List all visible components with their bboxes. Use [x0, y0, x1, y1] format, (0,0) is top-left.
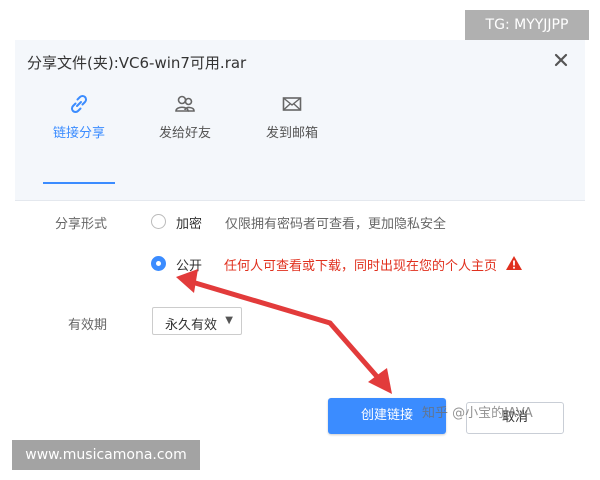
tg-watermark: TG: MYYJJPP	[465, 10, 589, 40]
tab-label: 发给好友	[158, 126, 211, 141]
radio-encrypted[interactable]	[151, 214, 166, 229]
create-link-button[interactable]: 创建链接	[328, 398, 446, 434]
validity-label: 有效期	[68, 318, 108, 333]
chevron-down-icon: ▼	[225, 315, 233, 326]
dialog-titlebar: 分享文件(夹):VC6-win7可用.rar	[15, 40, 585, 82]
share-type-label: 分享形式	[55, 217, 108, 232]
option-public-label: 公开	[176, 259, 203, 274]
cancel-button[interactable]: 取消	[466, 402, 564, 434]
friends-icon	[175, 95, 195, 112]
active-tab-indicator	[43, 182, 115, 184]
link-icon	[70, 94, 88, 114]
tab-send-friends[interactable]: 发给好友	[140, 92, 230, 152]
option-encrypted-desc: 仅限拥有密码者可查看，更加隐私安全	[225, 217, 447, 232]
option-encrypted-label: 加密	[176, 217, 203, 232]
warning-icon	[506, 256, 522, 270]
tab-label: 发到邮箱	[265, 126, 318, 141]
mail-icon	[282, 97, 302, 111]
share-dialog: 分享文件(夹):VC6-win7可用.rar 链接分享 发给好友 发到邮箱	[15, 40, 585, 450]
option-public-desc: 任何人可查看或下载，同时出现在您的个人主页	[224, 259, 498, 274]
validity-select[interactable]: 永久有效 ▼	[152, 307, 242, 335]
validity-value: 永久有效	[165, 318, 218, 333]
dialog-title: 分享文件(夹):VC6-win7可用.rar	[27, 54, 247, 72]
share-tabs: 链接分享 发给好友 发到邮箱	[15, 82, 585, 201]
tab-send-email[interactable]: 发到邮箱	[247, 92, 337, 152]
radio-public[interactable]	[151, 256, 166, 271]
tab-label: 链接分享	[52, 126, 105, 141]
tab-link-share[interactable]: 链接分享	[34, 92, 124, 152]
close-icon[interactable]	[551, 50, 571, 70]
site-watermark: www.musicamona.com	[12, 440, 200, 470]
